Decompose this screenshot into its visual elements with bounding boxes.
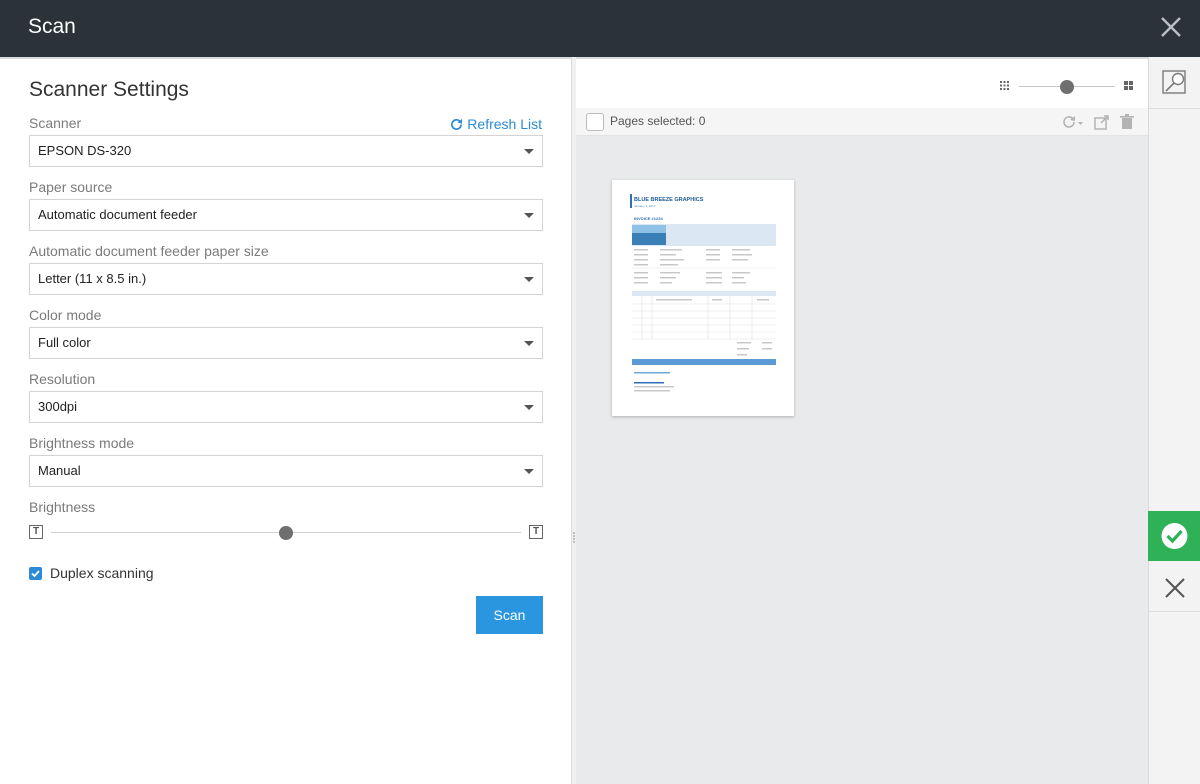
extract-icon[interactable] bbox=[1094, 114, 1110, 130]
zoom-slider-thumb[interactable] bbox=[1060, 80, 1074, 94]
action-strip bbox=[1148, 57, 1200, 784]
brightness-mode-value: Manual bbox=[38, 463, 81, 478]
title-bar: Scan bbox=[0, 0, 1200, 57]
resolution-value: 300dpi bbox=[38, 399, 78, 414]
check-icon bbox=[31, 570, 40, 578]
select-all-checkbox[interactable] bbox=[586, 113, 604, 131]
zoom-preview-icon bbox=[1162, 70, 1186, 94]
scanner-label: Scanner bbox=[29, 115, 82, 131]
zoom-preview-button[interactable] bbox=[1149, 57, 1200, 109]
paper-size-select[interactable]: Letter (11 x 8.5 in.) bbox=[29, 263, 543, 295]
check-circle-icon bbox=[1161, 523, 1188, 549]
duplex-checkbox[interactable] bbox=[29, 567, 42, 580]
refresh-list-label: Refresh List bbox=[467, 116, 542, 132]
close-icon[interactable] bbox=[1160, 16, 1182, 38]
brightness-label: Brightness bbox=[29, 499, 96, 515]
cancel-button[interactable] bbox=[1149, 564, 1200, 612]
svg-text:INVOICE #1234: INVOICE #1234 bbox=[634, 216, 663, 221]
page-tools bbox=[1062, 114, 1134, 130]
color-mode-value: Full color bbox=[38, 335, 91, 350]
brightness-low-icon: T bbox=[29, 525, 43, 539]
paper-source-value: Automatic document feeder bbox=[38, 207, 197, 222]
paper-size-label: Automatic document feeder paper size bbox=[29, 243, 269, 259]
chevron-down-icon bbox=[524, 213, 534, 218]
paper-source-label: Paper source bbox=[29, 179, 113, 195]
brightness-mode-select[interactable]: Manual bbox=[29, 455, 543, 487]
preview-panel: Pages selected: 0 BLUE BREEZE GRAPHICS J… bbox=[576, 57, 1148, 784]
scanned-page-thumbnail[interactable]: BLUE BREEZE GRAPHICS January 1, 2017 INV… bbox=[612, 180, 794, 416]
page-selection-toolbar: Pages selected: 0 bbox=[576, 108, 1148, 136]
rotate-icon[interactable] bbox=[1062, 114, 1084, 130]
window-title: Scan bbox=[28, 15, 76, 38]
brightness-mode-label: Brightness mode bbox=[29, 435, 135, 451]
paper-size-value: Letter (11 x 8.5 in.) bbox=[38, 271, 147, 286]
resolution-label: Resolution bbox=[29, 371, 96, 387]
chevron-down-icon bbox=[524, 277, 534, 282]
svg-text:January 1, 2017: January 1, 2017 bbox=[634, 204, 656, 208]
paper-source-select[interactable]: Automatic document feeder bbox=[29, 199, 543, 231]
color-mode-label: Color mode bbox=[29, 307, 102, 323]
duplex-label: Duplex scanning bbox=[50, 565, 154, 581]
refresh-list-link[interactable]: Refresh List bbox=[450, 116, 542, 132]
refresh-icon bbox=[451, 118, 463, 130]
chevron-down-icon bbox=[524, 405, 534, 410]
scan-button[interactable]: Scan bbox=[476, 596, 543, 634]
brightness-slider[interactable]: T T bbox=[29, 523, 543, 543]
chevron-down-icon bbox=[524, 341, 534, 346]
grid-large-icon[interactable] bbox=[1124, 81, 1133, 90]
svg-text:BLUE BREEZE GRAPHICS: BLUE BREEZE GRAPHICS bbox=[634, 197, 704, 203]
brightness-slider-thumb[interactable] bbox=[279, 526, 293, 540]
invoice-preview-image: BLUE BREEZE GRAPHICS January 1, 2017 INV… bbox=[630, 194, 776, 392]
resolution-select[interactable]: 300dpi bbox=[29, 391, 543, 423]
chevron-down-icon bbox=[524, 469, 534, 474]
scanner-settings-panel: Scanner Settings Refresh List Scanner EP… bbox=[0, 57, 572, 784]
chevron-down-icon bbox=[524, 149, 534, 154]
brightness-high-icon: T bbox=[529, 525, 543, 539]
confirm-button[interactable] bbox=[1148, 511, 1200, 561]
grid-small-icon[interactable] bbox=[1000, 81, 1009, 90]
scanner-value: EPSON DS-320 bbox=[38, 143, 132, 158]
trash-icon[interactable] bbox=[1120, 114, 1134, 130]
scanner-select[interactable]: EPSON DS-320 bbox=[29, 135, 543, 167]
color-mode-select[interactable]: Full color bbox=[29, 327, 543, 359]
pages-selected-label: Pages selected: 0 bbox=[610, 114, 706, 128]
panel-heading: Scanner Settings bbox=[29, 78, 189, 101]
cancel-icon bbox=[1165, 578, 1185, 598]
preview-zoom-toolbar bbox=[576, 57, 1148, 108]
